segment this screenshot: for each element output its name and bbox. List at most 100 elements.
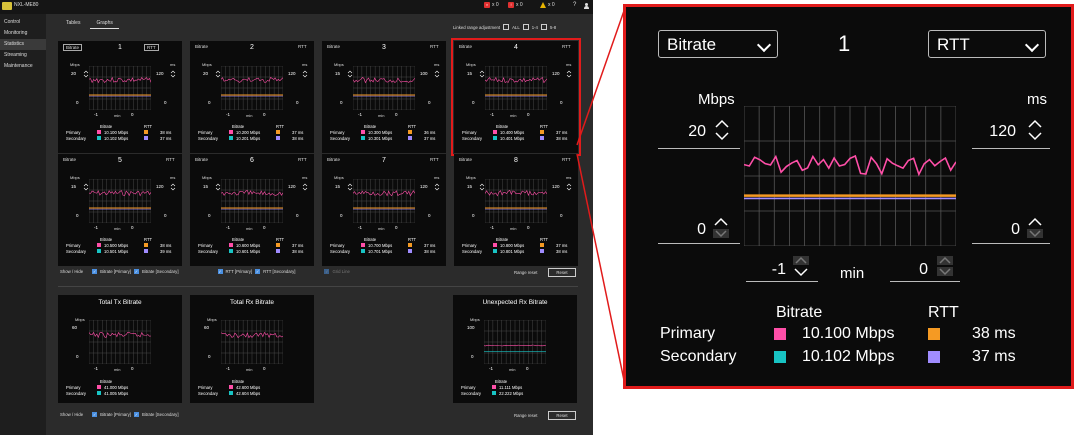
panel-time-max[interactable]: 0: [527, 112, 530, 117]
panel-left-max[interactable]: 15: [71, 184, 76, 189]
total-time-min[interactable]: -1: [489, 366, 493, 371]
total-max[interactable]: 60: [72, 325, 77, 330]
zoom-time-max[interactable]: 0: [892, 261, 928, 279]
panel-left-min[interactable]: 0: [340, 100, 343, 105]
zoom-right-min-spinner-icon[interactable]: [1026, 217, 1044, 239]
panel-left-max[interactable]: 15: [203, 184, 208, 189]
totals-reset-button[interactable]: Reset: [548, 411, 576, 420]
panel-time-max[interactable]: 0: [263, 225, 266, 230]
bitrate-secondary-checkbox[interactable]: ✓: [133, 269, 139, 274]
bitrate-primary-checkbox[interactable]: ✓: [92, 269, 98, 274]
panel-right-selector[interactable]: RTT: [430, 157, 439, 162]
panel-right-max[interactable]: 120: [552, 71, 560, 76]
panel-right-min[interactable]: 0: [164, 100, 167, 105]
zoom-right-min[interactable]: 0: [986, 221, 1020, 239]
zoom-left-min-spinner-icon[interactable]: [712, 217, 730, 239]
grid-line-checkbox[interactable]: ✓: [324, 269, 330, 274]
panel-time-min[interactable]: -1: [226, 225, 230, 230]
panel-right-max[interactable]: 120: [288, 184, 296, 189]
error-status[interactable]: × x 0: [484, 2, 499, 8]
total-min[interactable]: 0: [208, 354, 211, 359]
zoom-time-min[interactable]: -1: [756, 261, 786, 279]
zoom-right-max[interactable]: 120: [966, 123, 1016, 141]
panel-time-min[interactable]: -1: [358, 225, 362, 230]
panel-time-min[interactable]: -1: [490, 225, 494, 230]
spinner-icon[interactable]: [170, 183, 176, 191]
total-time-max[interactable]: 0: [526, 366, 529, 371]
totals-bitrate-primary-checkbox[interactable]: ✓: [92, 412, 98, 417]
zoom-left-max[interactable]: 20: [666, 123, 706, 141]
panel-left-max[interactable]: 20: [203, 71, 208, 76]
panel-left-min[interactable]: 0: [472, 213, 475, 218]
panel-right-selector[interactable]: RTT: [298, 44, 307, 49]
panel-right-max[interactable]: 120: [156, 71, 164, 76]
panel-right-selector[interactable]: RTT: [562, 157, 571, 162]
panel-right-max[interactable]: 120: [420, 184, 428, 189]
total-min[interactable]: 0: [76, 354, 79, 359]
zoom-right-max-spinner-icon[interactable]: [1026, 119, 1044, 141]
panel-time-min[interactable]: -1: [94, 225, 98, 230]
spinner-icon[interactable]: [566, 70, 572, 78]
panel-time-min[interactable]: -1: [490, 112, 494, 117]
panel-right-min[interactable]: 0: [428, 100, 431, 105]
linked-all-checkbox[interactable]: [503, 24, 510, 30]
panel-right-selector[interactable]: RTT: [430, 44, 439, 49]
panel-left-min[interactable]: 0: [472, 100, 475, 105]
panel-time-min[interactable]: -1: [358, 112, 362, 117]
panel-right-max[interactable]: 120: [156, 184, 164, 189]
panel-right-selector[interactable]: RTT: [166, 157, 175, 162]
total-time-max[interactable]: 0: [131, 366, 134, 371]
panel-time-max[interactable]: 0: [131, 225, 134, 230]
panel-right-min[interactable]: 0: [164, 213, 167, 218]
tab-graphs[interactable]: Graphs: [90, 18, 119, 29]
panel-left-max[interactable]: 20: [71, 71, 76, 76]
panel-right-max[interactable]: 120: [288, 71, 296, 76]
panel-time-max[interactable]: 0: [395, 112, 398, 117]
panel-time-max[interactable]: 0: [263, 112, 266, 117]
panel-left-max[interactable]: 15: [335, 184, 340, 189]
tab-tables[interactable]: Tables: [60, 18, 86, 29]
total-max[interactable]: 60: [204, 325, 209, 330]
panel-time-min[interactable]: -1: [94, 112, 98, 117]
spinner-icon[interactable]: [434, 70, 440, 78]
totals-bitrate-secondary-checkbox[interactable]: ✓: [133, 412, 139, 417]
panel-time-max[interactable]: 0: [527, 225, 530, 230]
zoom-left-selector[interactable]: Bitrate: [658, 30, 778, 58]
panel-left-min[interactable]: 0: [208, 213, 211, 218]
panel-left-min[interactable]: 0: [76, 213, 79, 218]
panel-right-max[interactable]: 120: [552, 184, 560, 189]
sidebar-item-statistics[interactable]: Statistics: [0, 39, 46, 50]
rtt-primary-checkbox[interactable]: ✓: [217, 269, 223, 274]
panel-right-min[interactable]: 0: [560, 100, 563, 105]
linked-1-4-checkbox[interactable]: [522, 24, 529, 30]
sidebar-item-monitoring[interactable]: Monitoring: [0, 28, 46, 39]
sidebar-item-maintenance[interactable]: Maintenance: [0, 61, 46, 72]
reset-button[interactable]: Reset: [548, 268, 576, 277]
panel-left-max[interactable]: 15: [467, 71, 472, 76]
total-time-min[interactable]: -1: [226, 366, 230, 371]
panel-time-min[interactable]: -1: [226, 112, 230, 117]
spinner-icon[interactable]: [434, 183, 440, 191]
sidebar-item-streaming[interactable]: Streaming: [0, 50, 46, 61]
spinner-icon[interactable]: [302, 70, 308, 78]
spinner-icon[interactable]: [302, 183, 308, 191]
panel-right-min[interactable]: 0: [296, 213, 299, 218]
panel-right-max[interactable]: 100: [420, 71, 428, 76]
zoom-left-min[interactable]: 0: [676, 221, 706, 239]
panel-left-min[interactable]: 0: [76, 100, 79, 105]
zoom-right-selector[interactable]: RTT: [928, 30, 1046, 58]
panel-right-selector[interactable]: RTT: [298, 157, 307, 162]
total-time-min[interactable]: -1: [94, 366, 98, 371]
total-min[interactable]: 0: [471, 354, 474, 359]
zoom-time-max-spinner-icon[interactable]: [936, 255, 954, 277]
error2-status[interactable]: ! x 0: [508, 2, 523, 8]
spinner-icon[interactable]: [170, 70, 176, 78]
zoom-left-max-spinner-icon[interactable]: [713, 119, 731, 141]
panel-time-max[interactable]: 0: [395, 225, 398, 230]
panel-right-min[interactable]: 0: [296, 100, 299, 105]
panel-left-min[interactable]: 0: [340, 213, 343, 218]
panel-left-min[interactable]: 0: [208, 100, 211, 105]
panel-right-selector[interactable]: RTT: [562, 44, 571, 49]
sidebar-item-control[interactable]: Control: [0, 17, 46, 28]
warning-status[interactable]: x 0: [540, 2, 555, 8]
